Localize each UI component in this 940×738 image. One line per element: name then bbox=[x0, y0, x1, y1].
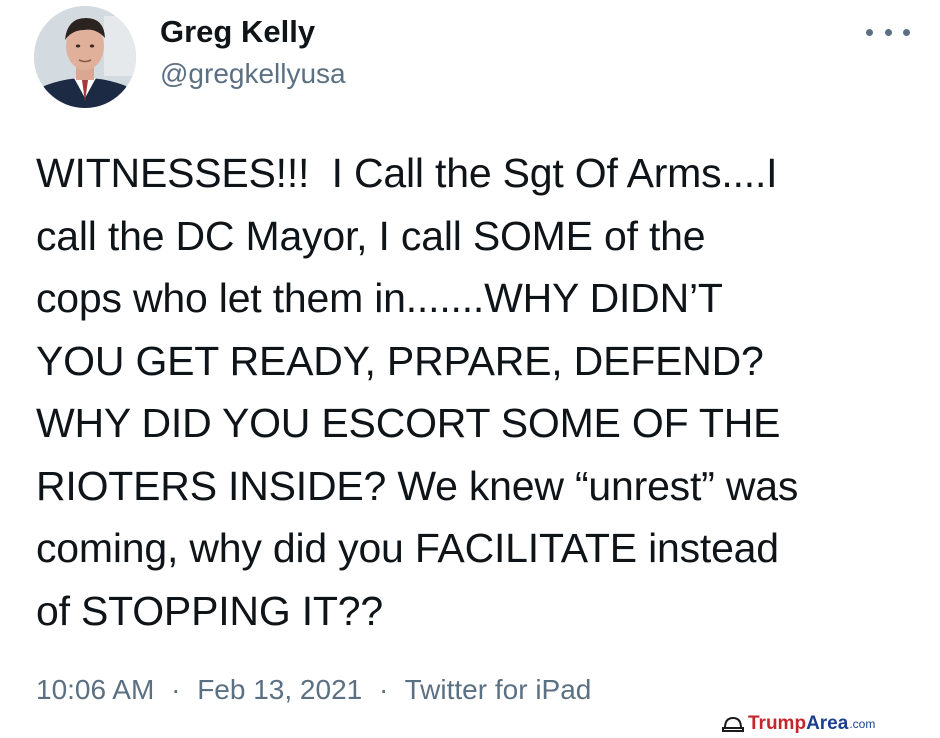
tweet-text-line: WITNESSES!!! I Call the Sgt Of Arms....I bbox=[36, 150, 778, 196]
tweet-text-line: RIOTERS INSIDE? We knew “unrest” was bbox=[36, 462, 799, 509]
tweet-meta: 10:06 AM · Feb 13, 2021 · Twitter for iP… bbox=[36, 674, 591, 706]
more-dot bbox=[884, 28, 892, 36]
tweet-text-line: coming, why did you FACILITATE instead bbox=[36, 525, 779, 571]
avatar-image bbox=[34, 6, 136, 108]
watermark-domain: .com bbox=[849, 717, 876, 731]
tweet-card: Greg Kelly @gregkellyusa WITNESSES!!! I … bbox=[0, 0, 940, 738]
more-dot bbox=[903, 28, 910, 36]
watermark-brand: Trump bbox=[748, 713, 807, 734]
watermark: Trump Area .com bbox=[722, 712, 875, 736]
avatar[interactable] bbox=[34, 6, 136, 108]
tweet-source[interactable]: Twitter for iPad bbox=[405, 674, 592, 705]
more-dots-icon[interactable] bbox=[866, 18, 910, 46]
hat-icon bbox=[722, 716, 744, 732]
tweet-text-line: cops who let them in.......WHY DIDN’T bbox=[36, 275, 723, 321]
watermark-site: Area bbox=[806, 713, 849, 734]
tweet-text-line: call the DC Mayor, I call SOME of the bbox=[36, 212, 706, 259]
author-name[interactable]: Greg Kelly bbox=[160, 14, 315, 50]
author-handle[interactable]: @gregkellyusa bbox=[160, 58, 346, 90]
tweet-date[interactable]: Feb 13, 2021 bbox=[197, 674, 362, 705]
tweet-text-line: YOU GET READY, PRPARE, DEFEND? bbox=[36, 337, 764, 384]
tweet-text-line: of STOPPING IT?? bbox=[36, 587, 383, 634]
tweet-time[interactable]: 10:06 AM bbox=[36, 674, 154, 705]
more-dot bbox=[866, 28, 873, 36]
tweet-text: WITNESSES!!! I Call the Sgt Of Arms....I… bbox=[36, 142, 916, 642]
meta-separator: · bbox=[379, 674, 389, 705]
meta-separator: · bbox=[171, 674, 181, 705]
tweet-text-line: WHY DID YOU ESCORT SOME OF THE bbox=[36, 400, 781, 446]
